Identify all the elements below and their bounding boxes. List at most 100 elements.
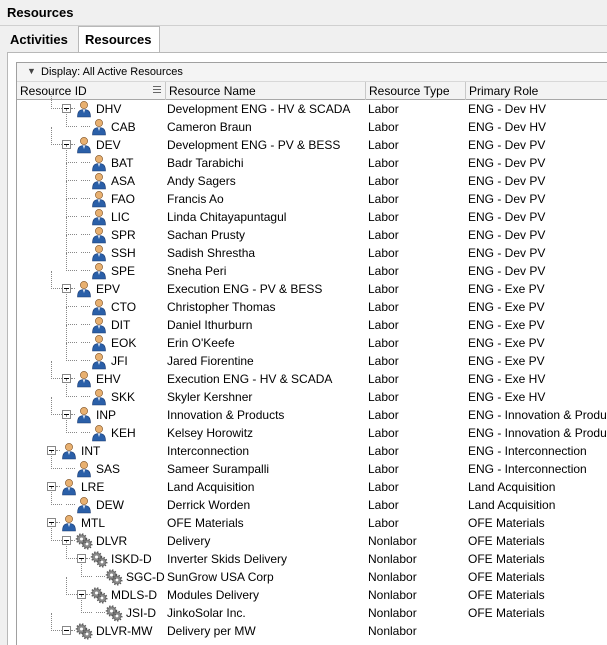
table-row[interactable]: SPE Sneha Peri Labor ENG - Dev PV <box>17 253 607 280</box>
table-row[interactable]: DLVR-MW Delivery per MW Nonlabor <box>17 613 607 640</box>
table-row[interactable]: LIC Linda Chitayapuntagul Labor ENG - Dev P… <box>17 199 607 226</box>
gears-icon <box>75 622 93 640</box>
tree-connector <box>81 306 90 307</box>
table-row[interactable]: JSI-D JinkoSolar Inc. Nonlabor OFE Material… <box>17 595 607 622</box>
person-icon <box>90 298 108 316</box>
table-row[interactable]: EPV Execution ENG - PV & BESS Labor ENG - E… <box>17 271 607 298</box>
tree-connector <box>51 630 62 631</box>
resource-name: Development ENG - PV & BESS <box>167 138 341 152</box>
tree-connector <box>66 504 75 505</box>
table-row[interactable]: SGC-D SunGrow USA Corp Nonlabor OFE Materia… <box>17 559 607 586</box>
resources-panel: ▼ Display: All Active Resources Resource… <box>7 52 607 645</box>
table-row[interactable]: INP Innovation & Products Labor ENG - Innov… <box>17 397 607 424</box>
sort-icon[interactable] <box>153 86 161 95</box>
table-row[interactable]: ASA Andy Sagers Labor ENG - Dev PV <box>17 163 607 190</box>
column-header-resource-type[interactable]: Resource Type <box>366 82 466 100</box>
tree-connector <box>66 432 77 433</box>
tree-connector <box>66 216 77 217</box>
resource-name: Badr Tarabichi <box>167 156 244 170</box>
resource-type: Labor <box>368 174 399 188</box>
table-row[interactable]: FAO Francis Ao Labor ENG - Dev PV <box>17 181 607 208</box>
resource-id: DIT <box>111 318 131 332</box>
tab-resources[interactable]: Resources <box>78 26 160 52</box>
primary-role: ENG - Dev HV <box>468 102 547 116</box>
person-icon <box>75 136 93 154</box>
tree-connector <box>66 270 77 271</box>
table-row[interactable]: BAT Badr Tarabichi Labor ENG - Dev PV <box>17 145 607 172</box>
table-row[interactable]: LRE Land Acquisition Labor Land Acquisition <box>17 478 607 496</box>
primary-role: ENG - Dev HV <box>468 120 547 134</box>
resource-name: Innovation & Products <box>167 408 285 422</box>
primary-role: ENG - Dev PV <box>468 246 546 260</box>
table-row[interactable]: DEV Development ENG - PV & BESS Labor ENG -… <box>17 127 607 154</box>
tree-connector <box>66 217 67 235</box>
primary-role: ENG - Exe HV <box>468 372 546 386</box>
person-icon <box>75 370 93 388</box>
table-row[interactable]: SKK Skyler Kershner Labor ENG - Exe HV <box>17 379 607 406</box>
column-header-row: Resource ID Resource Name Resource Type … <box>17 82 607 100</box>
resource-name: Kelsey Horowitz <box>167 426 254 440</box>
tree-connector <box>81 216 90 217</box>
person-icon <box>75 280 93 298</box>
tree-connector <box>66 343 67 361</box>
person-icon <box>90 118 108 136</box>
resource-type: Labor <box>368 426 399 440</box>
table-row[interactable]: SPR Sachan Prusty Labor ENG - Dev PV <box>17 217 607 244</box>
resource-name: Daniel Ithurburn <box>167 318 253 332</box>
table-row[interactable]: SSH Sadish Shrestha Labor ENG - Dev PV <box>17 235 607 262</box>
column-header-label: Primary Role <box>469 84 539 98</box>
resource-id: CTO <box>111 300 137 314</box>
tree-connector <box>81 342 90 343</box>
column-header-primary-role[interactable]: Primary Role <box>466 82 607 100</box>
column-header-resource-name[interactable]: Resource Name <box>166 82 366 100</box>
tree-connector <box>66 577 67 595</box>
table-row[interactable]: DLVR Delivery Nonlabor OFE Materials <box>17 523 607 550</box>
table-row[interactable]: MTL OFE Materials Labor OFE Materials <box>17 514 607 532</box>
tree-connector <box>96 576 105 577</box>
tree-connector <box>51 127 52 145</box>
column-header-resource-id[interactable]: Resource ID <box>17 82 166 100</box>
table-row[interactable]: EOK Erin O'Keefe Labor ENG - Exe PV <box>17 325 607 352</box>
tree-connector <box>81 612 92 613</box>
resource-id: EHV <box>96 372 121 386</box>
table-row[interactable]: DIT Daniel Ithurburn Labor ENG - Exe PV <box>17 307 607 334</box>
tree-connector <box>81 559 82 577</box>
resource-type: Labor <box>368 390 399 404</box>
table-row[interactable]: CTO Christopher Thomas Labor ENG - Exe PV <box>17 289 607 316</box>
tree-connector <box>66 180 77 181</box>
chevron-down-icon[interactable]: ▼ <box>27 66 36 76</box>
tree-connector <box>66 126 77 127</box>
table-row[interactable]: DHV Development ENG - HV & SCADA Labor ENG … <box>17 91 607 118</box>
table-row[interactable]: CAB Cameron Braun Labor ENG - Dev HV <box>17 109 607 136</box>
tree-connector <box>66 199 67 217</box>
resource-id: CAB <box>111 120 136 134</box>
tree-connector <box>66 253 67 271</box>
tree-connector <box>51 540 62 541</box>
table-row[interactable]: SAS Sameer Surampalli Labor ENG - Interconn… <box>17 451 607 478</box>
primary-role: ENG - Exe HV <box>468 390 546 404</box>
table-row[interactable]: ISKD-D Inverter Skids Delivery Nonlabor OFE… <box>17 541 607 568</box>
table-row[interactable]: DEW Derrick Worden Labor Land Acquisition <box>17 487 607 514</box>
tree-connector <box>66 360 77 361</box>
resource-name: Delivery <box>167 534 211 548</box>
resource-type: Labor <box>368 498 399 512</box>
table-row[interactable]: INT Interconnection Labor ENG - Interconnec… <box>17 442 607 460</box>
tree-connector <box>51 108 62 109</box>
primary-role: ENG - Exe PV <box>468 282 545 296</box>
resource-type: Labor <box>368 264 399 278</box>
tree-connector <box>66 396 77 397</box>
collapse-toggle-icon[interactable] <box>62 626 71 635</box>
resource-id: EPV <box>96 282 121 296</box>
tree-connector <box>66 541 67 559</box>
table-row[interactable]: MDLS-D Modules Delivery Nonlabor OFE Materi… <box>17 577 607 604</box>
tree-connector <box>51 91 52 109</box>
resource-name: Sameer Surampalli <box>167 462 270 476</box>
table-row[interactable]: JFI Jared Fiorentine Labor ENG - Exe PV <box>17 343 607 370</box>
table-row[interactable]: EHV Execution ENG - HV & SCADA Labor ENG - … <box>17 361 607 388</box>
person-icon <box>75 496 93 514</box>
tab-activities[interactable]: Activities <box>4 28 77 52</box>
resource-type: Labor <box>368 408 399 422</box>
table-row[interactable]: KEH Kelsey Horowitz Labor ENG - Innovation … <box>17 415 607 442</box>
resource-name: Development ENG - HV & SCADA <box>167 102 351 116</box>
display-filter-bar[interactable]: ▼ Display: All Active Resources <box>17 63 607 82</box>
